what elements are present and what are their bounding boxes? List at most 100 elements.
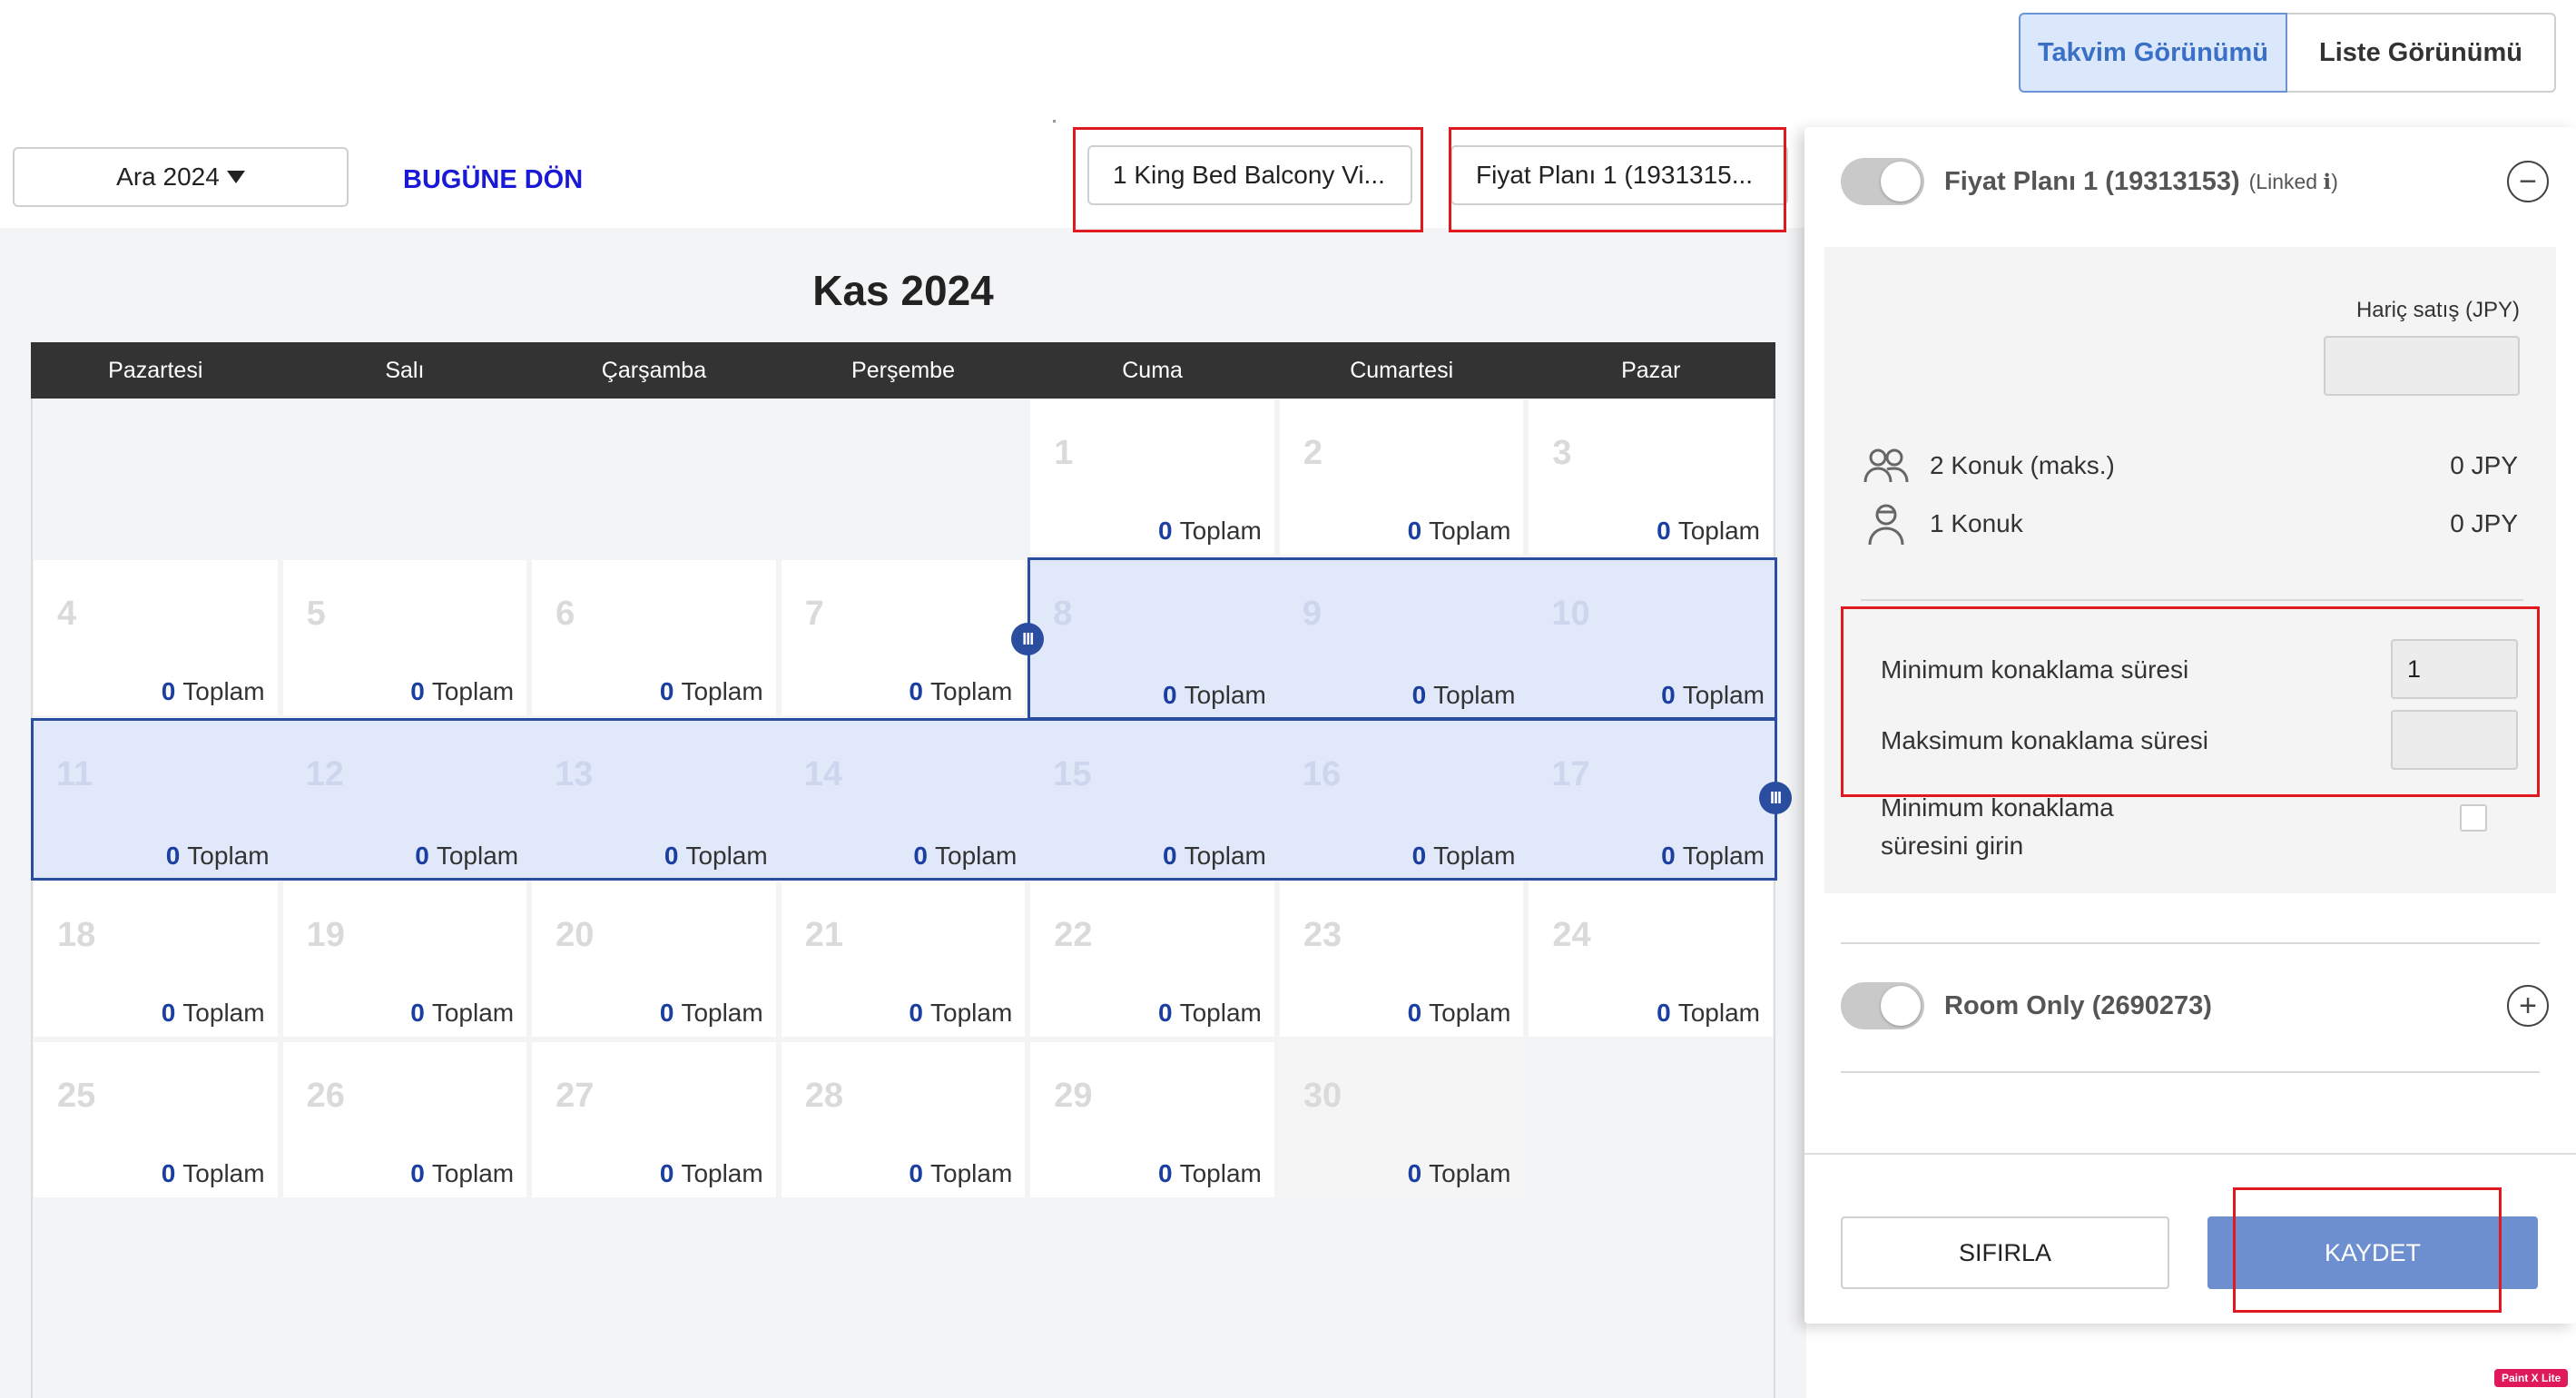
- plan-1-details: Hariç satış (JPY) 2 Konuk (maks.) 0 JPY …: [1824, 247, 2556, 893]
- weekday-label: Salı: [385, 357, 425, 383]
- day-number: 16: [1302, 755, 1342, 793]
- min-stay-label: Minimum konaklama süresi: [1881, 655, 2189, 684]
- guest-one-value: 0 JPY: [2450, 509, 2518, 537]
- day-total: 0 Toplam: [415, 842, 518, 871]
- day-total-label: Toplam: [1184, 681, 1266, 709]
- reset-button[interactable]: SIFIRLA: [1841, 1216, 2169, 1289]
- day-cell[interactable]: 4 0 Toplam: [34, 560, 278, 715]
- day-cell[interactable]: 14 0 Toplam: [780, 721, 1030, 880]
- day-cell[interactable]: 7 0 Toplam: [781, 560, 1026, 715]
- day-number: 28: [804, 1077, 843, 1115]
- day-number: 18: [57, 916, 96, 954]
- day-cell[interactable]: 20 0 Toplam: [532, 881, 776, 1037]
- day-total: 0 Toplam: [1661, 681, 1765, 710]
- day-cell[interactable]: 8 0 Toplam: [1029, 560, 1279, 719]
- plan-2-toggle[interactable]: [1841, 982, 1924, 1029]
- month-select[interactable]: Ara 2024: [13, 147, 349, 207]
- plan-row-fiyat-plani-1: Fiyat Planı 1 (19313153) (Linked ℹ) −: [1841, 154, 2549, 209]
- day-number: 25: [57, 1077, 96, 1115]
- day-cell[interactable]: 15 0 Toplam: [1029, 721, 1279, 880]
- day-total-value: 0: [410, 677, 425, 705]
- plan-1-name: Fiyat Planı 1 (19313153): [1944, 166, 2240, 196]
- day-cell[interactable]: 27 0 Toplam: [532, 1042, 776, 1197]
- selection-end-handle[interactable]: III: [1759, 782, 1792, 814]
- day-total-value: 0: [1163, 842, 1177, 870]
- day-total: 0 Toplam: [410, 999, 514, 1028]
- day-cell[interactable]: 21 0 Toplam: [781, 881, 1026, 1037]
- day-number: 22: [1054, 916, 1093, 954]
- excl-sale-input[interactable]: [2324, 336, 2520, 396]
- day-cell[interactable]: 11 0 Toplam: [33, 721, 282, 880]
- day-cell[interactable]: 28 0 Toplam: [781, 1042, 1026, 1197]
- one-guest-icon: [1863, 501, 1910, 546]
- day-total-label: Toplam: [1179, 517, 1262, 545]
- stray-dot: [1053, 120, 1056, 123]
- back-to-today-button[interactable]: BUGÜNE DÖN: [403, 165, 583, 195]
- day-number: 7: [804, 595, 824, 633]
- day-total: 0 Toplam: [909, 999, 1012, 1028]
- day-cell[interactable]: 10 0 Toplam: [1528, 560, 1777, 719]
- expand-icon[interactable]: +: [2507, 985, 2549, 1027]
- day-cell[interactable]: 30 0 Toplam: [1279, 1042, 1524, 1197]
- day-number: 14: [803, 755, 842, 793]
- day-cell[interactable]: 2 0 Toplam: [1279, 399, 1524, 555]
- day-total-label: Toplam: [431, 677, 515, 705]
- plan-1-toggle[interactable]: [1841, 158, 1924, 205]
- rate-plan-filter-select[interactable]: Fiyat Planı 1 (1931315...: [1450, 145, 1788, 205]
- day-total-value: 0: [1163, 681, 1177, 709]
- day-cell[interactable]: 26 0 Toplam: [282, 1042, 527, 1197]
- day-total: 0 Toplam: [909, 677, 1012, 706]
- day-total: 0 Toplam: [1412, 842, 1516, 871]
- save-button[interactable]: KAYDET: [2207, 1216, 2538, 1289]
- day-number: 30: [1303, 1077, 1342, 1115]
- max-stay-input[interactable]: [2391, 710, 2518, 770]
- day-cell[interactable]: 18 0 Toplam: [34, 881, 278, 1037]
- day-total: 0 Toplam: [1408, 999, 1511, 1028]
- day-cell[interactable]: 23 0 Toplam: [1279, 881, 1524, 1037]
- day-cell[interactable]: 1 0 Toplam: [1030, 399, 1274, 555]
- day-total-label: Toplam: [1179, 999, 1262, 1027]
- guest-one-label: 1 Konuk: [1930, 509, 2023, 537]
- day-cell[interactable]: 22 0 Toplam: [1030, 881, 1274, 1037]
- day-total: 0 Toplam: [660, 677, 763, 706]
- day-cell[interactable]: 3 0 Toplam: [1529, 399, 1773, 555]
- day-number: 10: [1551, 595, 1590, 633]
- day-cell[interactable]: 12 0 Toplam: [281, 721, 532, 880]
- day-cell[interactable]: 6 0 Toplam: [532, 560, 776, 715]
- day-cell[interactable]: 24 0 Toplam: [1529, 881, 1773, 1037]
- list-view-button[interactable]: Liste Görünümü: [2287, 13, 2556, 93]
- day-total-label: Toplam: [1677, 517, 1760, 545]
- rate-plan-side-panel: Fiyat Planı 1 (19313153) (Linked ℹ) − Ha…: [1804, 127, 2576, 1324]
- weekday-label: Pazar: [1621, 357, 1681, 383]
- day-total-value: 0: [1657, 517, 1671, 545]
- enter-min-stay-checkbox[interactable]: [2460, 804, 2487, 832]
- day-total: 0 Toplam: [410, 677, 514, 706]
- collapse-icon[interactable]: −: [2507, 161, 2549, 202]
- day-cell[interactable]: 19 0 Toplam: [282, 881, 527, 1037]
- day-total-label: Toplam: [1682, 842, 1765, 870]
- min-stay-input[interactable]: 1: [2391, 639, 2518, 699]
- day-number: 2: [1303, 434, 1322, 472]
- room-filter-select[interactable]: 1 King Bed Balcony Vi...: [1087, 145, 1412, 205]
- caret-down-icon: [226, 171, 245, 183]
- day-total-label: Toplam: [187, 842, 270, 870]
- day-cell[interactable]: 17 0 Toplam: [1528, 721, 1777, 880]
- day-number: 5: [306, 595, 326, 633]
- day-total-label: Toplam: [1179, 1159, 1262, 1187]
- top-bar: Takvim Görünümü Liste Görünümü: [0, 0, 2576, 123]
- day-total-value: 0: [659, 999, 674, 1027]
- day-total-value: 0: [909, 999, 923, 1027]
- day-cell[interactable]: 13 0 Toplam: [531, 721, 781, 880]
- day-total-label: Toplam: [1429, 999, 1511, 1027]
- day-cell[interactable]: 5 0 Toplam: [282, 560, 527, 715]
- calendar-view-button[interactable]: Takvim Görünümü: [2019, 13, 2287, 93]
- day-cell[interactable]: 29 0 Toplam: [1030, 1042, 1274, 1197]
- weekday-label: Perşembe: [851, 357, 955, 383]
- day-cell[interactable]: 9 0 Toplam: [1278, 560, 1529, 719]
- day-cell[interactable]: 25 0 Toplam: [34, 1042, 278, 1197]
- day-total: 0 Toplam: [1163, 681, 1266, 710]
- day-cell[interactable]: 16 0 Toplam: [1278, 721, 1529, 880]
- day-total-value: 0: [913, 842, 928, 870]
- day-total: 0 Toplam: [1412, 681, 1516, 710]
- day-total-value: 0: [1407, 999, 1422, 1027]
